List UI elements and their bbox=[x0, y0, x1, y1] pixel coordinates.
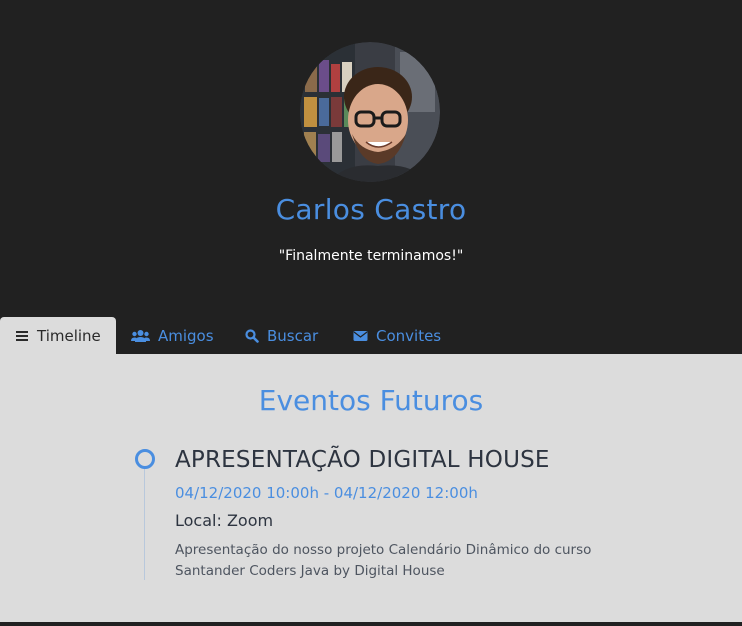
timeline-content: Eventos Futuros APRESENTAÇÃO DIGITAL HOU… bbox=[0, 354, 742, 622]
tab-amigos-label: Amigos bbox=[158, 326, 214, 345]
avatar[interactable] bbox=[300, 42, 440, 182]
timeline-line bbox=[144, 468, 145, 580]
search-icon bbox=[245, 328, 259, 343]
tab-buscar-label: Buscar bbox=[267, 326, 319, 345]
event-location: Local: Zoom bbox=[175, 511, 274, 530]
envelope-icon bbox=[353, 330, 368, 342]
avatar-photo bbox=[300, 42, 440, 182]
section-title: Eventos Futuros bbox=[258, 384, 484, 417]
tab-buscar[interactable]: Buscar bbox=[245, 317, 318, 354]
tab-timeline[interactable]: Timeline bbox=[0, 317, 116, 354]
event-description: Apresentação do nosso projeto Calendário… bbox=[175, 542, 592, 579]
users-icon bbox=[131, 329, 150, 343]
tab-convites-label: Convites bbox=[376, 326, 442, 345]
tab-timeline-label: Timeline bbox=[37, 326, 101, 345]
event-title[interactable]: APRESENTAÇÃO DIGITAL HOUSE bbox=[175, 447, 550, 473]
profile-tabs: Timeline Amigos Buscar Convites bbox=[0, 317, 742, 354]
profile-name: Carlos Castro bbox=[275, 193, 467, 226]
timeline-dot bbox=[135, 449, 155, 469]
tab-amigos[interactable]: Amigos bbox=[131, 317, 214, 354]
event-datetime: 04/12/2020 10:00h - 04/12/2020 12:00h bbox=[175, 484, 478, 502]
profile-header: Carlos Castro "Finalmente terminamos!" bbox=[0, 0, 742, 317]
bottom-strip bbox=[0, 622, 742, 626]
profile-page: Carlos Castro "Finalmente terminamos!" T… bbox=[0, 0, 742, 626]
tab-convites[interactable]: Convites bbox=[353, 317, 441, 354]
list-icon bbox=[15, 329, 29, 343]
profile-quote: "Finalmente terminamos!" bbox=[278, 248, 464, 264]
